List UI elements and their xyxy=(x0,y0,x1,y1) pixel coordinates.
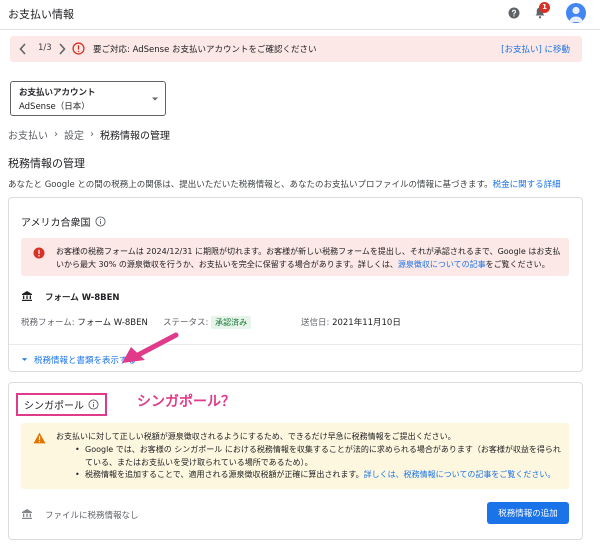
sg-section-title-text: シンガポール xyxy=(24,401,84,412)
us-tax-card: アメリカ合衆国 お客様の税務フォームは 2024/12/31 に期限が切れます。… xyxy=(8,197,583,372)
chevron-right-icon[interactable] xyxy=(57,42,67,56)
bank-icon xyxy=(22,291,32,301)
warning-intro: お支払いに対して正しい税額が源泉徴収されるようにするため、できるだけ早急に税務情… xyxy=(56,432,456,441)
list-item-text: 税務情報を追加することで、適用される源泉徴収税額が正確に算出されます。 xyxy=(85,470,364,479)
breadcrumb-current: 税務情報の管理 xyxy=(100,131,170,142)
sg-tax-card: シンガポール シンガポール？ お支払いに対して正しい税額が源泉徴収されるようにす… xyxy=(8,382,583,540)
tax-form-value: フォーム W-8BEN xyxy=(77,318,148,328)
payment-account-select[interactable]: お支払いアカウント AdSense（日本） xyxy=(10,81,166,116)
go-to-payments-link[interactable]: [お支払い] に移動 xyxy=(501,43,570,55)
help-icon[interactable] xyxy=(508,7,520,19)
status-label: ステータス: xyxy=(163,318,209,328)
banner-pager: 1/3 xyxy=(38,43,52,53)
expiry-error-text: お客様の税務フォームは 2024/12/31 に期限が切れます。お客様が新しい税… xyxy=(56,245,561,271)
list-item: 税務情報を追加することで、適用される源泉徴収税額が正確に算出されます。詳しくは、… xyxy=(75,469,565,482)
tax-info-article-link[interactable]: 詳しくは、税務情報についての記事をご覧ください。 xyxy=(364,470,556,479)
sent-date-label: 送信日: xyxy=(301,318,330,328)
error-icon xyxy=(33,247,45,259)
list-item: Google では、お客様の シンガポール における税務情報を収集することが法的… xyxy=(75,444,565,469)
sent-date-value: 2021年11月10日 xyxy=(332,318,401,328)
warning-list: Google では、お客様の シンガポール における税務情報を収集することが法的… xyxy=(75,444,565,482)
no-tax-info-text: ファイルに税務情報なし xyxy=(45,511,139,521)
notification-badge: 1 xyxy=(539,2,550,13)
tax-form-field: 税務フォーム: フォーム W-8BEN xyxy=(21,316,148,328)
annotation-arrow-icon xyxy=(122,332,179,363)
status-field: ステータス: 承認済み xyxy=(163,316,252,329)
caret-down-icon xyxy=(152,97,158,101)
page-header-title: お支払い情報 xyxy=(8,8,74,21)
alert-banner: 1/3 要ご対応: AdSense お支払いアカウントをご確認ください [お支払… xyxy=(10,36,582,62)
tax-details-link[interactable]: 税金に関する詳細 xyxy=(493,180,561,190)
us-section-title-text: アメリカ合衆国 xyxy=(21,218,91,229)
info-icon[interactable] xyxy=(88,399,99,410)
bank-icon xyxy=(22,509,32,519)
account-select-label: お支払いアカウント xyxy=(19,88,96,98)
page-description: あなたと Google との間の税務上の関係は、提出いただいた税務情報と、あなた… xyxy=(8,178,561,190)
caret-down-icon xyxy=(21,358,28,361)
chevron-left-icon[interactable] xyxy=(18,42,28,56)
banner-message: 要ご対応: AdSense お支払いアカウントをご確認ください xyxy=(93,45,317,55)
top-bar: お支払い情報 1 xyxy=(0,0,600,30)
tax-form-label: 税務フォーム: xyxy=(21,318,75,328)
tax-warning-box: お支払いに対して正しい税額が源泉徴収されるようにするため、できるだけ早急に税務情… xyxy=(21,423,569,489)
expiry-error-box: お客様の税務フォームは 2024/12/31 に期限が切れます。お客様が新しい税… xyxy=(21,238,569,276)
expiry-error-suffix: をご覧ください。 xyxy=(485,260,550,269)
page-description-text: あなたと Google との間の税務上の関係は、提出いただいた税務情報と、あなた… xyxy=(8,180,493,190)
sg-section-title: シンガポール xyxy=(16,393,107,416)
alert-circle-icon xyxy=(72,42,85,55)
page-title: 税務情報の管理 xyxy=(8,157,85,170)
us-section-title: アメリカ合衆国 xyxy=(21,214,106,229)
divider xyxy=(9,344,582,345)
chevron-right-icon: › xyxy=(90,129,94,140)
account-select-value: AdSense（日本） xyxy=(19,102,90,112)
add-tax-info-button[interactable]: 税務情報の追加 xyxy=(487,502,569,524)
breadcrumb-settings[interactable]: 設定 xyxy=(64,127,84,142)
status-badge: 承認済み xyxy=(211,316,252,329)
withholding-article-link[interactable]: 源泉徴収についての記事 xyxy=(398,260,486,269)
sent-date-field: 送信日: 2021年11月10日 xyxy=(301,316,401,328)
chevron-right-icon: › xyxy=(54,129,58,140)
breadcrumb-payments[interactable]: お支払い xyxy=(8,127,48,142)
info-icon[interactable] xyxy=(94,216,106,227)
breadcrumb: お支払い › 設定 › 税務情報の管理 xyxy=(8,127,170,142)
avatar-person-icon xyxy=(569,6,583,22)
avatar[interactable] xyxy=(566,3,586,23)
warning-icon xyxy=(33,432,46,444)
form-name: フォーム W-8BEN xyxy=(45,293,120,303)
annotation-text: シンガポール？ xyxy=(137,394,235,410)
